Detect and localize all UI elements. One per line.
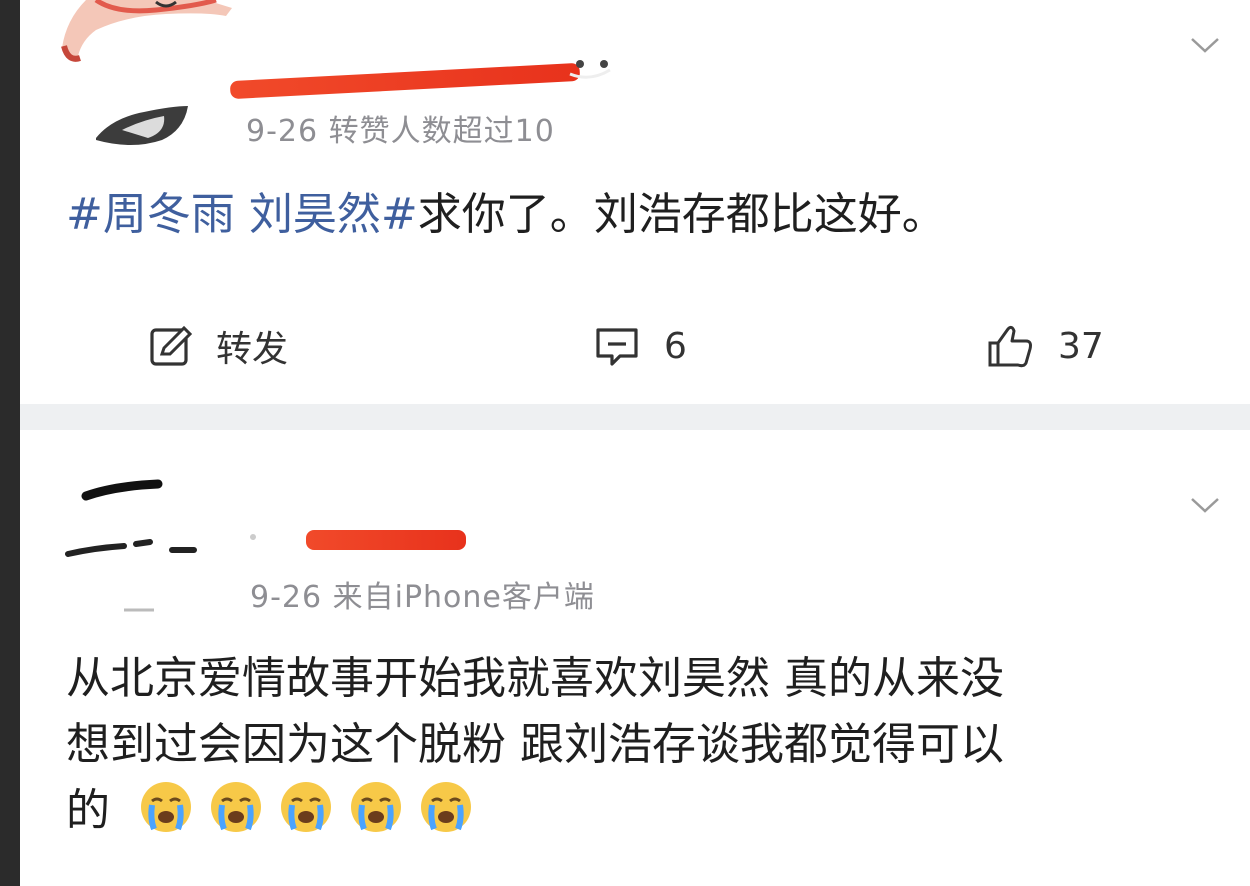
comment-count: 6 — [664, 325, 687, 367]
repost-button[interactable]: 转发 — [148, 318, 288, 374]
comment-button[interactable]: 6 — [594, 318, 687, 374]
repost-label: 转发 — [216, 329, 289, 370]
like-count: 37 — [1058, 325, 1104, 367]
chevron-down-icon[interactable] — [1190, 496, 1220, 514]
post-text: 求你了。刘浩存都比这好。 — [417, 189, 946, 240]
post-text-line: 的 — [66, 785, 110, 836]
crying-emoji-icon — [141, 782, 191, 832]
repost-icon — [150, 325, 192, 366]
crying-emoji-icon — [421, 782, 471, 832]
username-dot — [250, 534, 256, 540]
verified-icon — [569, 60, 611, 79]
post-meta: 9-26 转赞人数超过10 — [246, 114, 555, 149]
crying-emoji-icon — [281, 782, 331, 832]
feed: 9-26 转赞人数超过10 #周冬雨 刘昊然#求你了。刘浩存都比这好。 转发 6 — [20, 0, 1250, 886]
post-card: 9-26 来自iPhone客户端 从北京爱情故事开始我就喜欢刘昊然 真的从来没 … — [20, 430, 1250, 886]
avatar[interactable] — [56, 0, 236, 72]
post-text-last-line: 的 — [66, 778, 1004, 844]
crying-emoji-icon — [211, 782, 261, 832]
hashtag-link[interactable]: #周冬雨 刘昊然# — [66, 189, 418, 240]
username-redaction — [229, 62, 581, 100]
thumbs-up-icon — [988, 325, 1032, 368]
post-content: 从北京爱情故事开始我就喜欢刘昊然 真的从来没 想到过会因为这个脱粉 跟刘浩存谈我… — [66, 646, 1004, 844]
username-redaction — [306, 530, 466, 550]
post-meta: 9-26 来自iPhone客户端 — [250, 580, 595, 615]
comment-icon — [596, 328, 638, 366]
like-button[interactable]: 37 — [986, 318, 1104, 374]
avatar[interactable] — [64, 474, 224, 614]
crying-emoji-icon — [351, 782, 401, 832]
post-card: 9-26 转赞人数超过10 #周冬雨 刘昊然#求你了。刘浩存都比这好。 转发 6 — [20, 0, 1250, 404]
card-divider — [20, 404, 1250, 430]
post-text-line: 想到过会因为这个脱粉 跟刘浩存谈我都觉得可以 — [66, 719, 1004, 770]
chevron-down-icon[interactable] — [1190, 36, 1220, 54]
user-avatar-icon[interactable] — [92, 100, 192, 150]
post-text-line: 从北京爱情故事开始我就喜欢刘昊然 真的从来没 — [66, 653, 1004, 704]
post-content: #周冬雨 刘昊然#求你了。刘浩存都比这好。 — [66, 182, 946, 248]
